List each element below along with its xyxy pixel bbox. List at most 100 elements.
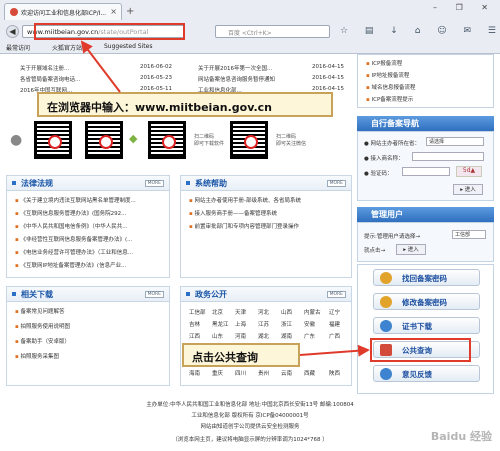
admin-select[interactable]: 工信部 (452, 230, 486, 239)
flow-link[interactable]: ICP报备流程 (366, 59, 402, 67)
province-select[interactable]: 请选择 (426, 137, 484, 146)
download-item[interactable]: 备案常见问题解答 (15, 307, 64, 315)
admin-enter-button[interactable]: ▸ 进入 (396, 244, 426, 255)
province-link[interactable]: 浙江 (281, 320, 292, 328)
province-link[interactable]: 广东 (304, 332, 315, 340)
isp-input[interactable] (412, 152, 484, 161)
footer-copyright: 工业和信息化部 版权所有 京ICP备04000001号 (191, 413, 309, 419)
search-input[interactable]: 百度 <Ctrl+K> (215, 25, 330, 38)
tab-close-icon[interactable]: × (110, 7, 117, 16)
news-date: 2016-04-15 (312, 64, 344, 70)
certificate-download-button[interactable]: 证书下载 (373, 317, 480, 334)
province-link[interactable]: 安徽 (304, 320, 315, 328)
province-link[interactable]: 江苏 (258, 320, 269, 328)
law-more-button[interactable]: MORE (144, 180, 164, 187)
province-link[interactable]: 海南 (189, 369, 200, 377)
province-link[interactable]: 工信部 (189, 308, 206, 316)
law-title: 法律法规 (21, 179, 53, 188)
certificate-icon (380, 320, 392, 332)
qr-code-app (148, 121, 186, 159)
province-link[interactable]: 湖北 (258, 332, 269, 340)
law-item[interactable]: 《非经营性互联网信息服务备案管理办法》(... (15, 235, 132, 243)
captcha-image[interactable]: 5d▲ (456, 166, 482, 177)
footer-security: 网站由知道创宇公司提供云安全检测服务 (200, 424, 300, 430)
news-date: 2016-06-02 (140, 64, 172, 70)
back-button[interactable]: ◀ (6, 25, 19, 38)
admin-hint: 提示:管理用户请选择→ (364, 234, 420, 240)
province-link[interactable]: 西藏 (304, 369, 315, 377)
province-link[interactable]: 山西 (281, 308, 292, 316)
law-item[interactable]: 《互联网IP地址备案管理办法》(信息产业... (15, 261, 126, 269)
captcha-input[interactable] (402, 167, 450, 176)
qr-code-wechat (230, 121, 268, 159)
province-link[interactable]: 贵州 (258, 369, 269, 377)
province-link[interactable]: 福建 (329, 320, 340, 328)
news-item[interactable]: 关于开展域名注册... (20, 64, 69, 72)
recover-password-button[interactable]: 找回备案密码 (373, 269, 480, 286)
download-item[interactable]: 拍照服务采集图 (15, 352, 59, 360)
help-item[interactable]: 网站主办者使用手册-部级系统、各省局系统 (189, 196, 301, 204)
law-item[interactable]: 《电信业务经营许可管理办法》（工业和信息... (15, 248, 133, 256)
flow-link[interactable]: 域名信息报备流程 (366, 83, 415, 91)
window-controls[interactable]: – ❐ ✕ (433, 3, 496, 12)
gov-section: 政务公开 MORE 工信部 北京 天津 河北 山西 内蒙古 辽宁 吉林 黑龙江 … (180, 286, 352, 386)
help-more-button[interactable]: MORE (326, 180, 346, 187)
news-item[interactable]: 各省管局备案咨询电话... (20, 75, 80, 83)
news-item[interactable]: 关于开展2016年第一次全国... (198, 64, 272, 72)
key-icon (380, 272, 392, 284)
query-instruction-callout: 点击公共查询 (182, 343, 300, 367)
province-link[interactable]: 河南 (235, 332, 246, 340)
flow-link[interactable]: IP地址报备流程 (366, 71, 409, 79)
province-link[interactable]: 江西 (189, 332, 200, 340)
download-more-button[interactable]: MORE (144, 291, 164, 298)
province-link[interactable]: 辽宁 (329, 308, 340, 316)
browser-tab[interactable]: 欢迎访问工业和信息化部ICP/I... × (4, 3, 122, 20)
province-link[interactable]: 广西 (329, 332, 340, 340)
section-bullet-icon (12, 181, 16, 185)
province-link[interactable]: 上海 (235, 320, 246, 328)
province-link[interactable]: 四川 (235, 369, 246, 377)
bookmark-firefox[interactable]: 火狐官方站点 (52, 43, 88, 52)
help-item[interactable]: 前置审批部门和专项内容管理部门登录操作 (189, 222, 299, 230)
province-link[interactable]: 山东 (212, 332, 223, 340)
law-item[interactable]: 《中华人民共和国电信条例》（中华人民共... (15, 222, 127, 230)
nav-enter-button[interactable]: ▸ 进入 (453, 184, 483, 195)
province-link[interactable]: 河北 (258, 308, 269, 316)
law-section: 法律法规 MORE 《关于建立境内违法互联网站黑名单管理制度... 《互联网信息… (6, 175, 170, 278)
law-item[interactable]: 《互联网信息服务管理办法》(国务院292... (15, 209, 126, 217)
search-placeholder: 百度 <Ctrl+K> (228, 30, 272, 37)
download-item[interactable]: 拍照服务使用说明图 (15, 322, 70, 330)
news-date: 2016-05-23 (140, 75, 172, 81)
news-date: 2016-04-15 (312, 75, 344, 81)
flow-link[interactable]: ICP备案流程提示 (366, 95, 413, 103)
province-link[interactable]: 重庆 (212, 369, 223, 377)
law-item[interactable]: 《关于建立境内违法互联网站黑名单管理制度... (15, 196, 135, 204)
apple-icon: ● (10, 132, 23, 148)
province-link[interactable]: 天津 (235, 308, 246, 316)
help-item[interactable]: 接入服务商手册——备案管理系统 (189, 209, 277, 217)
tab-title: 欢迎访问工业和信息化部ICP/I... (21, 10, 107, 17)
news-item[interactable]: 网站备案信息咨询服务暂停通知 (198, 75, 275, 83)
province-link[interactable]: 云南 (281, 369, 292, 377)
province-link[interactable]: 陕西 (329, 369, 340, 377)
province-link[interactable]: 湖南 (281, 332, 292, 340)
lock-icon (380, 296, 392, 308)
toolbar-icons[interactable]: ☆ ▤ ↓ ⌂ ☺ ✉ ☰ (340, 26, 500, 36)
download-item[interactable]: 备案助手（安卓版） (15, 337, 70, 345)
gov-more-button[interactable]: MORE (326, 291, 346, 298)
new-tab-button[interactable]: + (126, 6, 134, 17)
admin-form: 提示:管理用户请选择→ 工信部 就点击→ ▸ 进入 (357, 222, 494, 262)
bookmark-most-visited[interactable]: 最常访问 (6, 43, 30, 52)
feedback-icon (380, 368, 392, 380)
province-link[interactable]: 黑龙江 (212, 320, 229, 328)
help-title: 系统帮助 (195, 179, 227, 188)
province-link[interactable]: 北京 (212, 308, 223, 316)
change-password-button[interactable]: 修改备案密码 (373, 293, 480, 310)
qr-label-download: 扫二维码 即可下载软件 (194, 134, 225, 147)
footer-resolution: （浏览本网主页，建议将电脑显示屏的分辨率调为1024*768 ） (172, 437, 328, 443)
province-link[interactable]: 吉林 (189, 320, 200, 328)
bookmark-suggested[interactable]: Suggested Sites (104, 43, 152, 50)
feedback-button[interactable]: 意见反馈 (373, 365, 480, 382)
province-link[interactable]: 内蒙古 (304, 308, 321, 316)
site-favicon-icon (10, 8, 18, 16)
